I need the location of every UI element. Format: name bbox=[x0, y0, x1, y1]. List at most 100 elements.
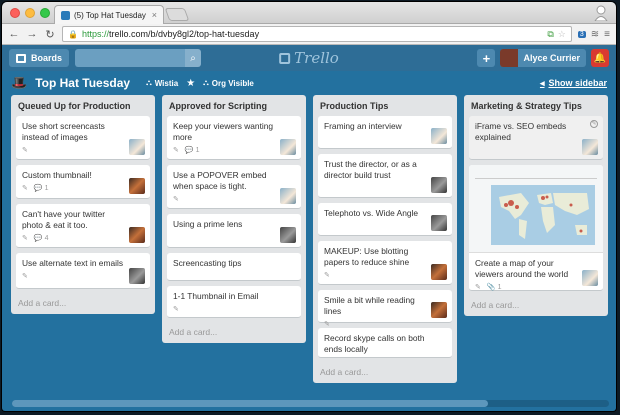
minimize-window-button[interactable] bbox=[25, 8, 35, 18]
boards-icon bbox=[16, 53, 26, 63]
add-button[interactable]: + bbox=[477, 49, 496, 67]
boards-button[interactable]: Boards bbox=[9, 49, 70, 67]
avatar[interactable] bbox=[129, 268, 145, 284]
forward-icon[interactable]: → bbox=[26, 28, 38, 40]
maximize-window-button[interactable] bbox=[40, 8, 50, 18]
add-card-link[interactable]: Add a card... bbox=[469, 296, 603, 312]
list-title[interactable]: Marketing & Strategy Tips bbox=[469, 99, 603, 116]
card-title: Keep your viewers wanting more bbox=[173, 121, 274, 142]
buffer-extension-icon[interactable]: ≋ bbox=[591, 29, 599, 40]
address-bar[interactable]: 🔒 https://trello.com/b/dvby8gl2/top-hat-… bbox=[62, 26, 572, 42]
list-card[interactable]: Use short screencasts instead of images … bbox=[16, 116, 150, 160]
avatar[interactable] bbox=[431, 264, 447, 280]
card-title: Trust the director, or as a director bui… bbox=[324, 159, 417, 180]
list-card[interactable]: MAKEUP: Use blotting papers to reduce sh… bbox=[318, 241, 452, 285]
window-controls bbox=[10, 8, 50, 18]
notifications-bell-icon[interactable]: 🔔 bbox=[591, 49, 609, 67]
list-card[interactable]: Screencasting tips bbox=[167, 253, 301, 281]
list-card[interactable]: iFrame vs. SEO embeds explained ✎ bbox=[469, 116, 603, 160]
show-sidebar-link[interactable]: ◂ Show sidebar bbox=[540, 78, 607, 89]
board-title[interactable]: Top Hat Tuesday bbox=[35, 76, 130, 90]
chrome-user-icon[interactable] bbox=[594, 5, 608, 21]
attachment-icon: 📎 bbox=[486, 284, 496, 291]
avatar[interactable] bbox=[129, 227, 145, 243]
browser-window: (5) Top Hat Tuesday | Trel × ← → ↻ 🔒 htt… bbox=[2, 2, 616, 411]
browser-tab[interactable]: (5) Top Hat Tuesday | Trel × bbox=[54, 5, 164, 24]
bookmark-star-icon[interactable]: ☆ bbox=[558, 29, 566, 40]
trello-logo[interactable]: Trello bbox=[279, 49, 339, 67]
close-window-button[interactable] bbox=[10, 8, 20, 18]
list-card[interactable]: 1-1 Thumbnail in Email ✎ bbox=[167, 286, 301, 318]
list-card[interactable]: Can't have your twitter photo & eat it t… bbox=[16, 204, 150, 248]
list-card[interactable]: Framing an interview bbox=[318, 116, 452, 149]
list-card[interactable]: Smile a bit while reading lines ✎ bbox=[318, 290, 452, 328]
list-card[interactable]: Record skype calls on both ends locally bbox=[318, 328, 452, 358]
card-title: Using a prime lens bbox=[173, 219, 243, 229]
list-card[interactable]: Trust the director, or as a director bui… bbox=[318, 154, 452, 198]
back-icon[interactable]: ← bbox=[8, 28, 20, 40]
chrome-menu-icon[interactable]: ≡ bbox=[604, 29, 610, 40]
avatar[interactable] bbox=[582, 270, 598, 286]
comment-count: 1 bbox=[195, 146, 200, 154]
avatar[interactable] bbox=[431, 177, 447, 193]
avatar[interactable] bbox=[431, 215, 447, 231]
avatar[interactable] bbox=[129, 139, 145, 155]
list-card[interactable]: Keep your viewers wanting more ✎ 💬 1 bbox=[167, 116, 301, 160]
scrollbar-thumb[interactable] bbox=[12, 400, 488, 407]
search-input[interactable] bbox=[75, 49, 186, 67]
trello-favicon-icon bbox=[61, 10, 70, 20]
star-board-icon[interactable]: ★ bbox=[186, 78, 195, 89]
add-card-link[interactable]: Add a card... bbox=[167, 323, 301, 339]
avatar[interactable] bbox=[280, 139, 296, 155]
card-title: Use short screencasts instead of images bbox=[22, 121, 105, 142]
list-card[interactable]: Create a map of your viewers around the … bbox=[469, 165, 603, 291]
list-card[interactable]: Telephoto vs. Wide Angle bbox=[318, 203, 452, 236]
world-map-image bbox=[491, 185, 595, 245]
avatar[interactable] bbox=[280, 188, 296, 204]
description-icon: ✎ bbox=[173, 147, 179, 154]
description-icon: ✎ bbox=[22, 147, 28, 154]
avatar[interactable] bbox=[431, 128, 447, 144]
list-card[interactable]: Custom thumbnail! ✎ 💬 1 bbox=[16, 165, 150, 199]
avatar[interactable] bbox=[280, 227, 296, 243]
extension-badge[interactable]: 3 bbox=[577, 30, 586, 38]
add-card-link[interactable]: Add a card... bbox=[318, 363, 452, 379]
list-card[interactable]: Use alternate text in emails ✎ bbox=[16, 253, 150, 289]
avatar[interactable] bbox=[582, 139, 598, 155]
list-title[interactable]: Production Tips bbox=[318, 99, 452, 116]
list-title[interactable]: Queued Up for Production bbox=[16, 99, 150, 116]
avatar[interactable] bbox=[129, 178, 145, 194]
avatar[interactable] bbox=[431, 302, 447, 318]
search-icon[interactable]: ⌕ bbox=[185, 49, 202, 67]
doc-header-decoration bbox=[475, 171, 597, 179]
description-icon: ✎ bbox=[22, 185, 28, 192]
reader-icon[interactable]: ⧉ bbox=[547, 29, 553, 40]
trello-logo-text: Trello bbox=[294, 49, 339, 67]
card-title: Screencasting tips bbox=[173, 258, 242, 268]
comment-count: 4 bbox=[44, 234, 49, 242]
list-card[interactable]: Using a prime lens bbox=[167, 214, 301, 248]
list-marketing-strategy: Marketing & Strategy Tips iFrame vs. SEO… bbox=[464, 95, 608, 316]
world-map-graphic bbox=[499, 193, 589, 239]
tab-strip: (5) Top Hat Tuesday | Trel × bbox=[2, 2, 616, 24]
card-title: MAKEUP: Use blotting papers to reduce sh… bbox=[324, 246, 410, 267]
card-title: Use a POPOVER embed when space is tight. bbox=[173, 170, 267, 191]
new-tab-button[interactable] bbox=[164, 8, 190, 21]
attachment-count: 1 bbox=[497, 283, 502, 291]
board-header: 🎩 Top Hat Tuesday ⛬ Wistia ★ ⛬ Org Visible… bbox=[2, 71, 616, 95]
edit-card-icon[interactable]: ✎ bbox=[590, 120, 598, 128]
board-visibility[interactable]: ⛬ Org Visible bbox=[203, 78, 254, 88]
tab-close-icon[interactable]: × bbox=[152, 10, 157, 20]
list-title[interactable]: Approved for Scripting bbox=[167, 99, 301, 116]
member-menu-button[interactable]: Alyce Currier bbox=[500, 49, 586, 67]
list-card[interactable]: Use a POPOVER embed when space is tight.… bbox=[167, 165, 301, 209]
add-card-link[interactable]: Add a card... bbox=[16, 294, 150, 310]
card-title: Use alternate text in emails bbox=[22, 258, 124, 268]
card-title: Smile a bit while reading lines bbox=[324, 295, 415, 316]
horizontal-scrollbar[interactable] bbox=[12, 400, 609, 407]
url-scheme: https:// bbox=[81, 29, 109, 39]
trello-header: Boards ⌕ Trello + Alyce Currier 🔔 bbox=[2, 45, 616, 71]
board-org[interactable]: ⛬ Wistia bbox=[146, 78, 178, 88]
reload-icon[interactable]: ↻ bbox=[44, 28, 56, 41]
avatar bbox=[500, 49, 519, 67]
